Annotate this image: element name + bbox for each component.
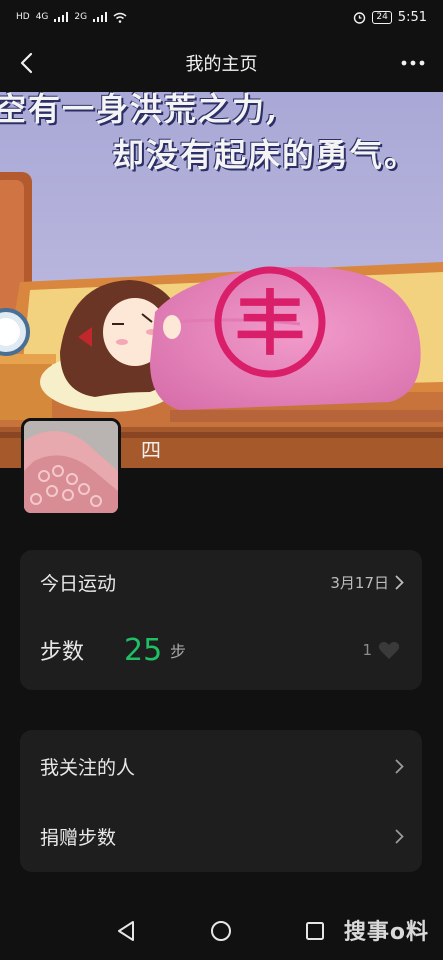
battery-indicator: 24 (372, 10, 392, 24)
back-button[interactable] (10, 47, 42, 79)
today-date-group: 3月17日 (330, 572, 404, 593)
menu-card: 我关注的人 捐赠步数 (20, 730, 422, 872)
status-right: 24 5:51 (353, 10, 427, 25)
user-name: 四 (141, 438, 161, 462)
avatar-image (24, 421, 118, 513)
status-bar: HD 4G 2G 24 5:51 (0, 0, 443, 34)
wifi-icon (113, 12, 127, 23)
blanket-emblem-char: 丰 (235, 283, 305, 365)
status-left: HD 4G 2G (16, 12, 127, 23)
steps-value: 25 (124, 632, 163, 668)
cover-caption-line2: 却没有起床的勇气。 (112, 136, 419, 174)
more-options-button[interactable] (395, 47, 431, 79)
home-circle-icon[interactable] (210, 920, 232, 942)
steps-unit: 步 (170, 642, 187, 661)
following-label: 我关注的人 (40, 756, 136, 779)
signal-icon-2 (93, 12, 108, 22)
today-activity-label: 今日运动 (40, 572, 117, 595)
today-activity-row[interactable]: 今日运动 3月17日 (20, 552, 422, 612)
today-activity-card: 今日运动 3月17日 步数 25 步 1 (20, 550, 422, 690)
cover-caption: 空有一身洪荒之力, 却没有起床的勇气。 (0, 92, 443, 202)
back-arrow-icon (20, 52, 33, 74)
today-date: 3月17日 (330, 573, 389, 592)
recent-square-icon[interactable] (305, 920, 325, 942)
back-triangle-icon[interactable] (116, 920, 136, 942)
steps-row: 步数 25 步 1 (20, 620, 422, 680)
more-dots-icon (401, 60, 425, 66)
top-navigation-bar: 我的主页 (0, 34, 443, 92)
steps-label: 步数 (40, 640, 85, 665)
chevron-right-icon (395, 759, 404, 773)
following-chevron-wrap (395, 759, 404, 774)
following-row[interactable]: 我关注的人 (20, 736, 422, 796)
network-4g-indicator: 4G (35, 11, 49, 22)
heart-icon (378, 641, 400, 659)
network-2g-indicator: 2G (74, 11, 88, 22)
clock-time: 5:51 (397, 9, 427, 25)
like-button[interactable]: 1 (362, 641, 400, 660)
cover-caption-line1: 空有一身洪荒之力, (0, 92, 280, 128)
page-title: 我的主页 (185, 54, 258, 75)
signal-icon (54, 12, 69, 22)
donate-steps-row[interactable]: 捐赠步数 (20, 806, 422, 866)
chevron-right-icon (395, 575, 404, 589)
donate-chevron-wrap (395, 829, 404, 844)
cover-image[interactable]: 丰 空有一身洪荒之力, 却没有起床的勇气。 (0, 92, 443, 468)
donate-steps-label: 捐赠步数 (40, 826, 117, 849)
like-count: 1 (362, 641, 372, 659)
watermark: 搜事o料 (343, 920, 429, 945)
avatar[interactable] (21, 418, 121, 516)
chevron-right-icon (395, 829, 404, 843)
alarm-icon (354, 11, 366, 24)
hd-indicator: HD (16, 11, 30, 22)
